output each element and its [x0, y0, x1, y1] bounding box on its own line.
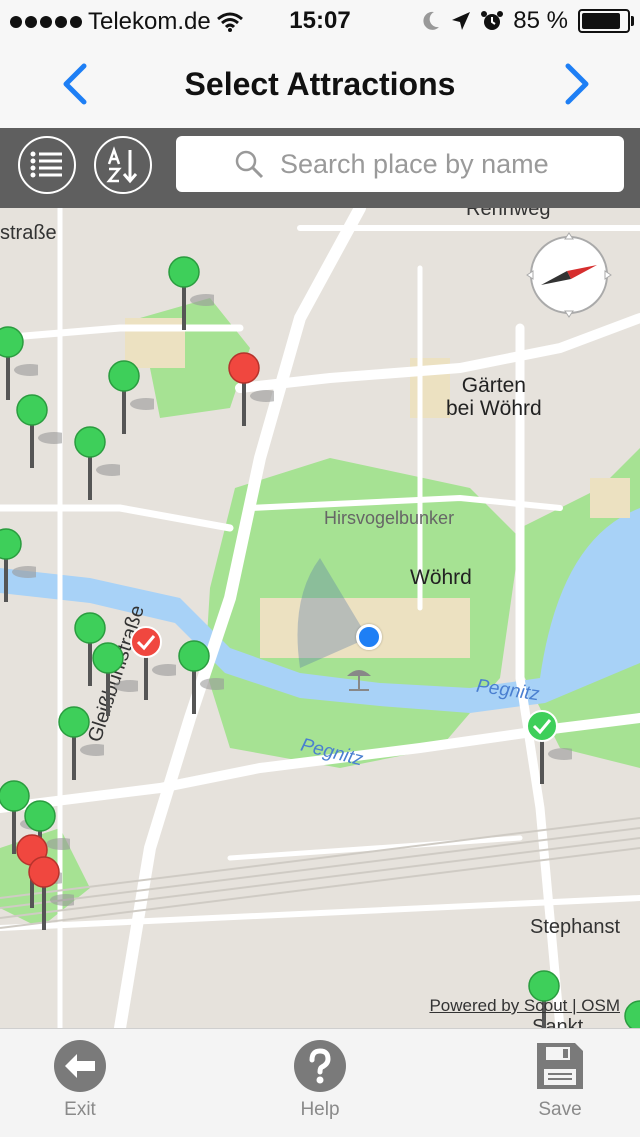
status-right: 85 %	[421, 7, 634, 35]
help-label: Help	[300, 1099, 340, 1120]
search-bar[interactable]	[176, 136, 624, 192]
help-button[interactable]: Help	[260, 1039, 380, 1121]
map-view[interactable]: straße Rennweg Gärten bei Wöhrd Hirsvoge…	[0, 208, 640, 1028]
exit-arrow-icon	[54, 1040, 106, 1092]
exit-button[interactable]: Exit	[20, 1039, 140, 1121]
nav-bar: Select Attractions	[0, 40, 640, 128]
save-button[interactable]: Save	[500, 1039, 620, 1121]
attraction-pin-selected[interactable]	[512, 708, 572, 798]
sort-az-button[interactable]	[94, 136, 152, 194]
sort-az-icon	[106, 146, 138, 184]
current-location-marker	[356, 624, 382, 650]
page-title: Select Attractions	[184, 66, 456, 102]
attraction-pin[interactable]	[44, 704, 104, 794]
moon-icon	[423, 11, 440, 30]
list-view-button[interactable]	[18, 136, 76, 194]
district-label: Wöhrd	[410, 566, 472, 589]
status-bar: Telekom.de 15:07 85 %	[0, 0, 640, 40]
district-label: Gärten bei Wöhrd	[446, 374, 542, 420]
compass-icon[interactable]	[522, 228, 616, 322]
search-icon	[235, 150, 264, 179]
attraction-pin[interactable]	[60, 424, 120, 514]
chevron-right-icon[interactable]	[556, 62, 596, 106]
alarm-icon	[481, 11, 504, 30]
street-label: Stephanst	[530, 916, 621, 938]
attraction-pin[interactable]	[164, 638, 224, 728]
street-label: Rennweg	[466, 208, 551, 220]
map-attribution[interactable]: Powered by Scout | OSM	[429, 996, 620, 1016]
location-arrow-icon	[452, 12, 471, 30]
attraction-pin[interactable]	[154, 254, 214, 344]
attraction-pin[interactable]	[214, 350, 274, 440]
poi-label: Hirsvogelbunker	[324, 508, 455, 528]
attraction-pin[interactable]	[0, 526, 36, 616]
battery-percent: 85 %	[513, 7, 568, 34]
help-icon	[294, 1040, 346, 1092]
bottom-toolbar: Exit Help Save	[0, 1028, 640, 1137]
save-label: Save	[538, 1099, 582, 1120]
battery-icon	[578, 9, 634, 33]
map-toolbar	[0, 128, 640, 208]
save-disk-icon	[537, 1043, 583, 1089]
search-input[interactable]	[278, 147, 602, 181]
attraction-pin[interactable]	[14, 854, 74, 944]
attraction-pin[interactable]	[2, 392, 62, 482]
street-label: straße	[0, 222, 57, 244]
beach-umbrella-icon	[347, 670, 371, 691]
list-icon	[30, 151, 62, 178]
exit-label: Exit	[64, 1099, 96, 1120]
